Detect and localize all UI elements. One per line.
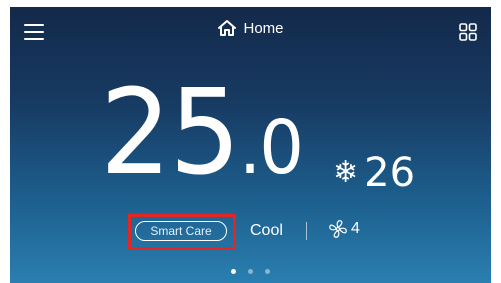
page-dot[interactable] [248,269,253,274]
current-temperature-integer: 25 [100,63,241,201]
header: Home [10,19,491,37]
fan-speed[interactable]: 4 [328,219,360,239]
page-title: Home [243,19,284,37]
set-temperature[interactable]: ❄ 26 [333,153,415,193]
smart-care-button[interactable]: Smart Care [135,221,227,241]
mode-label[interactable]: Cool [250,222,283,240]
page-indicator [10,269,491,274]
current-temperature-decimal: .0 [238,105,304,191]
current-temperature: 25.0 [100,73,304,191]
page-dot[interactable] [231,269,236,274]
fan-icon [329,220,347,238]
snowflake-icon: ❄ [333,156,359,189]
home-icon [217,19,237,37]
fan-speed-value: 4 [351,220,360,237]
grid-icon [459,23,477,41]
thermostat-screen: Home 25.0 ❄ 26 Smart Care Cool 4 [10,7,491,283]
set-temperature-value: 26 [364,150,416,196]
page-dot[interactable] [265,269,270,274]
grid-button[interactable] [459,23,477,41]
divider [306,222,307,240]
